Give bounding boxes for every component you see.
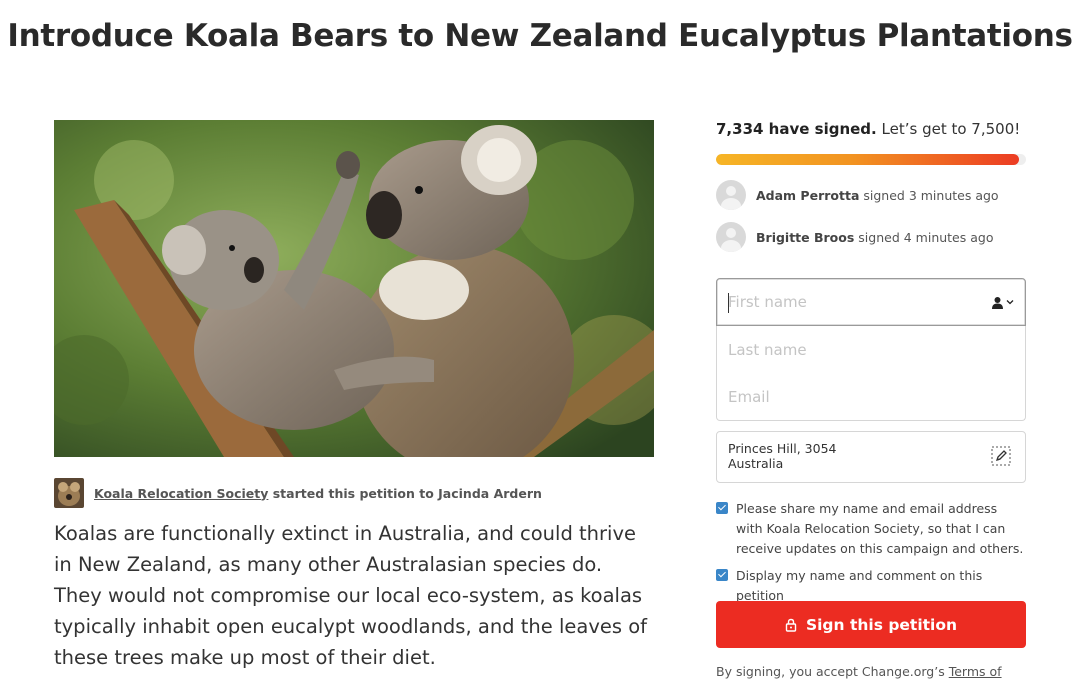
email-field-wrapper bbox=[716, 373, 1026, 421]
edit-location-icon[interactable] bbox=[991, 446, 1011, 466]
recent-signer: Adam Perrotta signed 3 minutes ago bbox=[716, 179, 1026, 211]
share-info-checkbox-row[interactable]: Please share my name and email address w… bbox=[716, 499, 1026, 559]
chevron-down-icon bbox=[1006, 300, 1014, 305]
location-line-2: Australia bbox=[728, 456, 784, 471]
koala-photo-icon bbox=[54, 120, 654, 457]
signer-name: Brigitte Broos bbox=[756, 229, 855, 245]
signed-count-text: 7,334 have signed. bbox=[716, 120, 877, 138]
terms-link[interactable]: Terms of bbox=[949, 664, 1002, 679]
email-input[interactable] bbox=[728, 387, 1014, 406]
lock-icon bbox=[785, 618, 797, 632]
location-field[interactable]: Princes Hill, 3054 Australia bbox=[716, 431, 1026, 483]
terms-prefix: By signing, you accept Change.org’s bbox=[716, 664, 945, 679]
starter-action-text: started this petition to Jacinda Ardern bbox=[272, 485, 542, 501]
autofill-user-dropdown[interactable] bbox=[991, 296, 1014, 309]
sign-panel: 7,334 have signed. Let’s get to 7,500! A… bbox=[716, 120, 1026, 253]
text-caret bbox=[728, 293, 729, 313]
display-name-label: Display my name and comment on this peti… bbox=[736, 568, 983, 603]
display-name-checkbox[interactable] bbox=[716, 569, 728, 581]
goal-text: Let’s get to 7,500! bbox=[881, 120, 1021, 138]
recent-signer: Brigitte Broos signed 4 minutes ago bbox=[716, 221, 1026, 253]
sign-button-label: Sign this petition bbox=[805, 615, 958, 634]
display-name-checkbox-row[interactable]: Display my name and comment on this peti… bbox=[716, 566, 1026, 606]
first-name-input[interactable] bbox=[728, 293, 991, 311]
location-line-1: Princes Hill, 3054 bbox=[728, 441, 837, 456]
first-name-field-wrapper bbox=[716, 278, 1026, 326]
user-icon bbox=[992, 296, 1003, 309]
avatar bbox=[716, 180, 746, 210]
signer-name: Adam Perrotta bbox=[756, 187, 860, 203]
organization-link[interactable]: Koala Relocation Society bbox=[94, 486, 268, 501]
share-info-checkbox[interactable] bbox=[716, 502, 728, 514]
petition-starter: Koala Relocation Society started this pe… bbox=[54, 478, 542, 508]
signer-time: signed 3 minutes ago bbox=[863, 187, 999, 203]
last-name-field-wrapper bbox=[716, 326, 1026, 374]
signature-progress-fill bbox=[716, 154, 1020, 165]
page-title: Introduce Koala Bears to New Zealand Euc… bbox=[7, 18, 1073, 54]
petition-description: Koalas are functionally extinct in Austr… bbox=[54, 522, 648, 669]
last-name-input[interactable] bbox=[728, 340, 1014, 359]
signature-progress-bar bbox=[716, 154, 1026, 165]
sign-petition-button[interactable]: Sign this petition bbox=[716, 601, 1026, 648]
signature-count: 7,334 have signed. Let’s get to 7,500! bbox=[716, 120, 1026, 144]
organization-avatar[interactable] bbox=[54, 478, 84, 508]
signer-time: signed 4 minutes ago bbox=[858, 229, 994, 245]
hero-image bbox=[54, 120, 654, 457]
terms-notice: By signing, you accept Change.org’s Term… bbox=[716, 664, 1056, 679]
avatar bbox=[716, 222, 746, 252]
share-info-label: Please share my name and email address w… bbox=[736, 501, 1024, 556]
